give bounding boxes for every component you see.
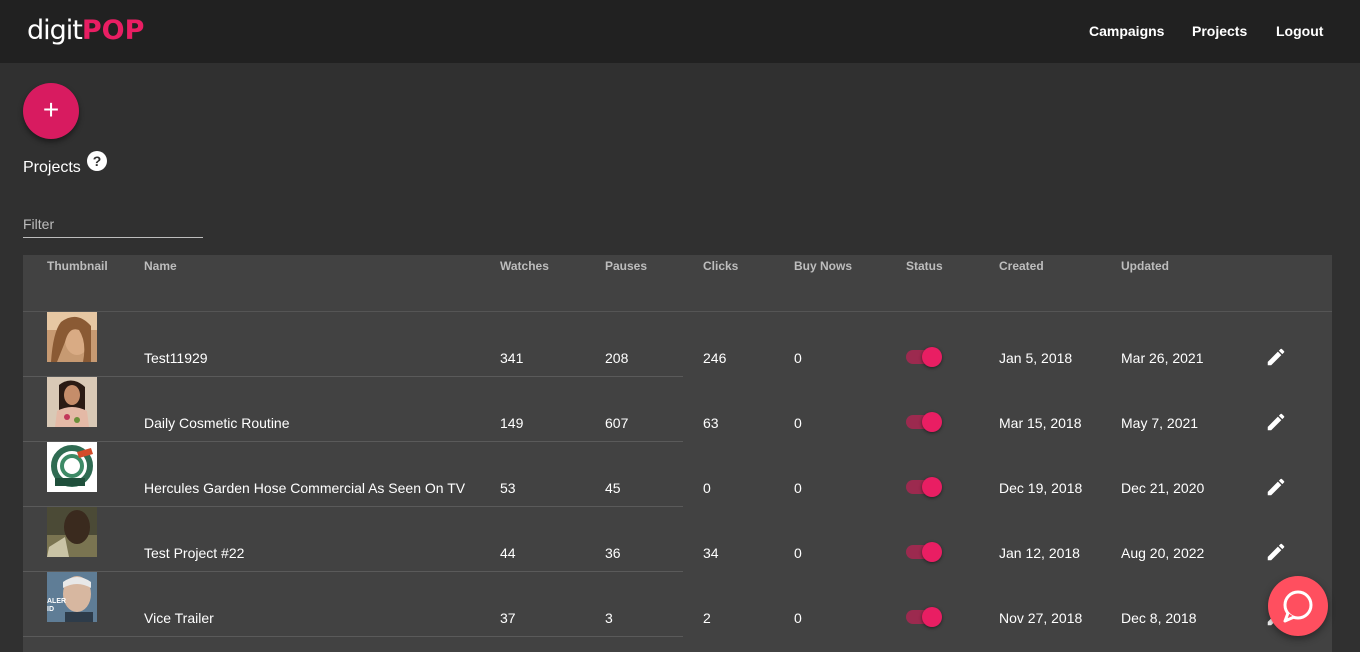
column-header-clicks[interactable]: Clicks: [703, 259, 738, 273]
thumbnail-image: [47, 507, 97, 557]
table-row[interactable]: Test Project #22 44 36 34 0 Jan 12, 2018…: [23, 507, 1332, 572]
nav-projects-link[interactable]: Projects: [1192, 22, 1247, 40]
status-toggle[interactable]: [906, 346, 942, 367]
status-toggle[interactable]: [906, 476, 942, 497]
toggle-knob: [922, 542, 942, 562]
column-header-thumbnail: Thumbnail: [47, 259, 108, 273]
logo-accent: POP: [81, 15, 145, 46]
projects-table: Thumbnail Name Watches Pauses Clicks Buy…: [23, 255, 1332, 652]
clicks-value: 0: [703, 480, 711, 496]
buy-nows-value: 0: [794, 480, 802, 496]
column-header-buy-nows[interactable]: Buy Nows: [794, 259, 852, 273]
updated-date: Dec 8, 2018: [1121, 610, 1197, 626]
page-title: Projects: [23, 159, 81, 176]
thumbnail-caption: ALER ID: [47, 598, 67, 613]
table-row[interactable]: ALER ID Vice Trailer 37 3 2 0 Nov 27, 20…: [23, 572, 1332, 637]
clicks-value: 34: [703, 545, 719, 561]
clicks-value: 2: [703, 610, 711, 626]
buy-nows-value: 0: [794, 415, 802, 431]
created-date: Mar 15, 2018: [999, 415, 1082, 431]
toggle-knob: [922, 607, 942, 627]
table-row[interactable]: Daily Cosmetic Routine 149 607 63 0 Mar …: [23, 377, 1332, 442]
column-header-updated[interactable]: Updated: [1121, 259, 1169, 273]
digitpop-logo[interactable]: digitPOP: [27, 14, 144, 48]
watches-value: 149: [500, 415, 524, 431]
thumbnail-image: ALER ID: [47, 572, 97, 622]
filter-input[interactable]: [23, 213, 203, 235]
created-date: Nov 27, 2018: [999, 610, 1083, 626]
watches-value: 53: [500, 480, 516, 496]
column-header-status[interactable]: Status: [906, 259, 943, 273]
watches-value: 341: [500, 350, 524, 366]
project-name[interactable]: Test11929: [144, 350, 208, 366]
project-name[interactable]: Vice Trailer: [144, 610, 214, 626]
created-date: Jan 12, 2018: [999, 545, 1080, 561]
thumbnail-image: [47, 377, 97, 427]
table-row[interactable]: Test11929 341 208 246 0 Jan 5, 2018 Mar …: [23, 312, 1332, 377]
project-name[interactable]: Test Project #22: [144, 545, 244, 561]
buy-nows-value: 0: [794, 350, 802, 366]
status-toggle[interactable]: [906, 541, 942, 562]
logo-text: digit: [27, 15, 83, 46]
status-toggle[interactable]: [906, 606, 942, 627]
nav-logout-link[interactable]: Logout: [1276, 22, 1323, 40]
chat-widget-button[interactable]: [1268, 576, 1328, 636]
plus-icon: +: [42, 94, 60, 125]
pencil-icon[interactable]: [1265, 541, 1287, 563]
created-date: Dec 19, 2018: [999, 480, 1083, 496]
clicks-value: 246: [703, 350, 727, 366]
pauses-value: 607: [605, 415, 629, 431]
pauses-value: 3: [605, 610, 613, 626]
column-header-pauses[interactable]: Pauses: [605, 259, 647, 273]
thumbnail-image: [47, 442, 97, 492]
thumbnail-image: [47, 312, 97, 362]
row-divider: [23, 636, 683, 637]
project-name[interactable]: Daily Cosmetic Routine: [144, 415, 290, 431]
pauses-value: 36: [605, 545, 621, 561]
buy-nows-value: 0: [794, 545, 802, 561]
created-date: Jan 5, 2018: [999, 350, 1073, 366]
updated-date: Aug 20, 2022: [1121, 545, 1205, 561]
toggle-knob: [922, 412, 942, 432]
status-toggle[interactable]: [906, 411, 942, 432]
pauses-value: 208: [605, 350, 629, 366]
pencil-icon[interactable]: [1265, 411, 1287, 433]
column-header-name[interactable]: Name: [144, 259, 177, 273]
column-header-watches[interactable]: Watches: [500, 259, 549, 273]
help-icon[interactable]: ?: [87, 151, 107, 171]
toggle-knob: [922, 347, 942, 367]
watches-value: 37: [500, 610, 516, 626]
column-header-created[interactable]: Created: [999, 259, 1044, 273]
pauses-value: 45: [605, 480, 621, 496]
nav-campaigns-link[interactable]: Campaigns: [1089, 22, 1164, 40]
pencil-icon[interactable]: [1265, 346, 1287, 368]
buy-nows-value: 0: [794, 610, 802, 626]
project-name[interactable]: Hercules Garden Hose Commercial As Seen …: [144, 480, 465, 496]
watches-value: 44: [500, 545, 516, 561]
updated-date: May 7, 2021: [1121, 415, 1199, 431]
table-row[interactable]: Hercules Garden Hose Commercial As Seen …: [23, 442, 1332, 507]
chat-icon: [1283, 590, 1313, 623]
filter-field[interactable]: [23, 213, 203, 238]
toggle-knob: [922, 477, 942, 497]
updated-date: Mar 26, 2021: [1121, 350, 1204, 366]
top-app-bar: digitPOP Campaigns Projects Logout: [0, 0, 1360, 63]
pencil-icon[interactable]: [1265, 476, 1287, 498]
add-project-button[interactable]: +: [23, 83, 79, 139]
clicks-value: 63: [703, 415, 719, 431]
updated-date: Dec 21, 2020: [1121, 480, 1205, 496]
